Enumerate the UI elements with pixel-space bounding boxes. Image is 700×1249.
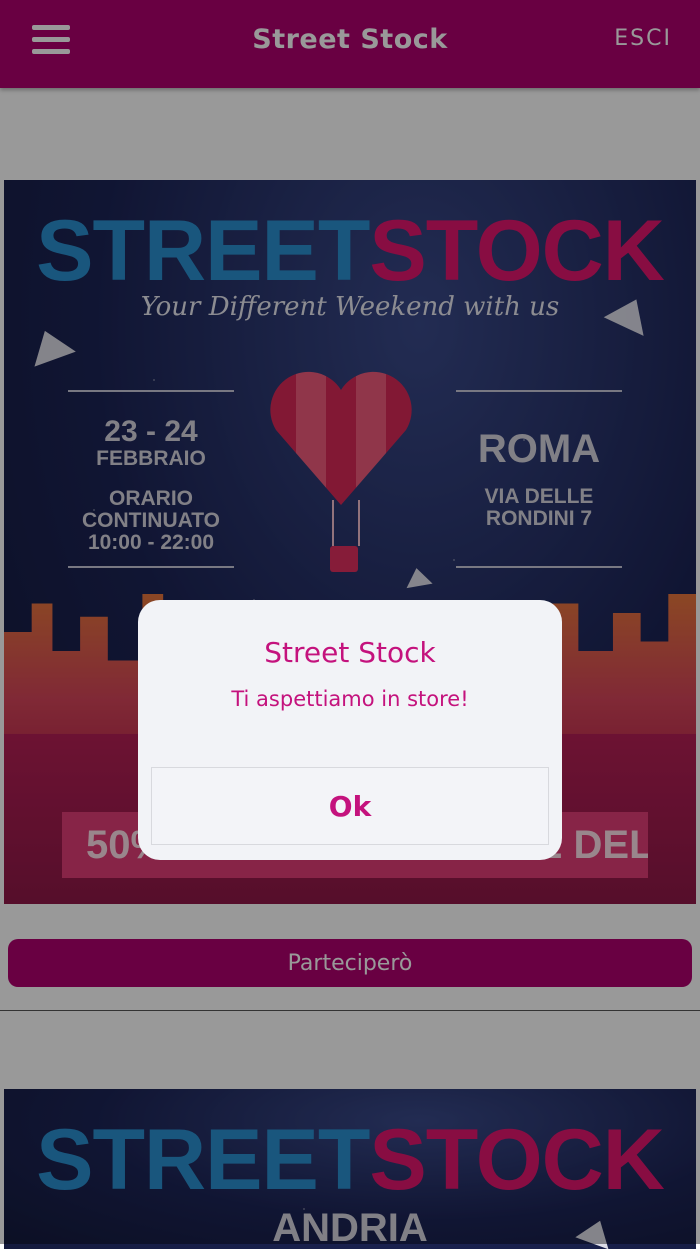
alert-message: Ti aspettiamo in store! <box>231 687 469 711</box>
alert-dialog: Street Stock Ti aspettiamo in store! Ok <box>138 600 562 860</box>
alert-title: Street Stock <box>264 636 436 669</box>
ok-button[interactable]: Ok <box>151 767 549 845</box>
